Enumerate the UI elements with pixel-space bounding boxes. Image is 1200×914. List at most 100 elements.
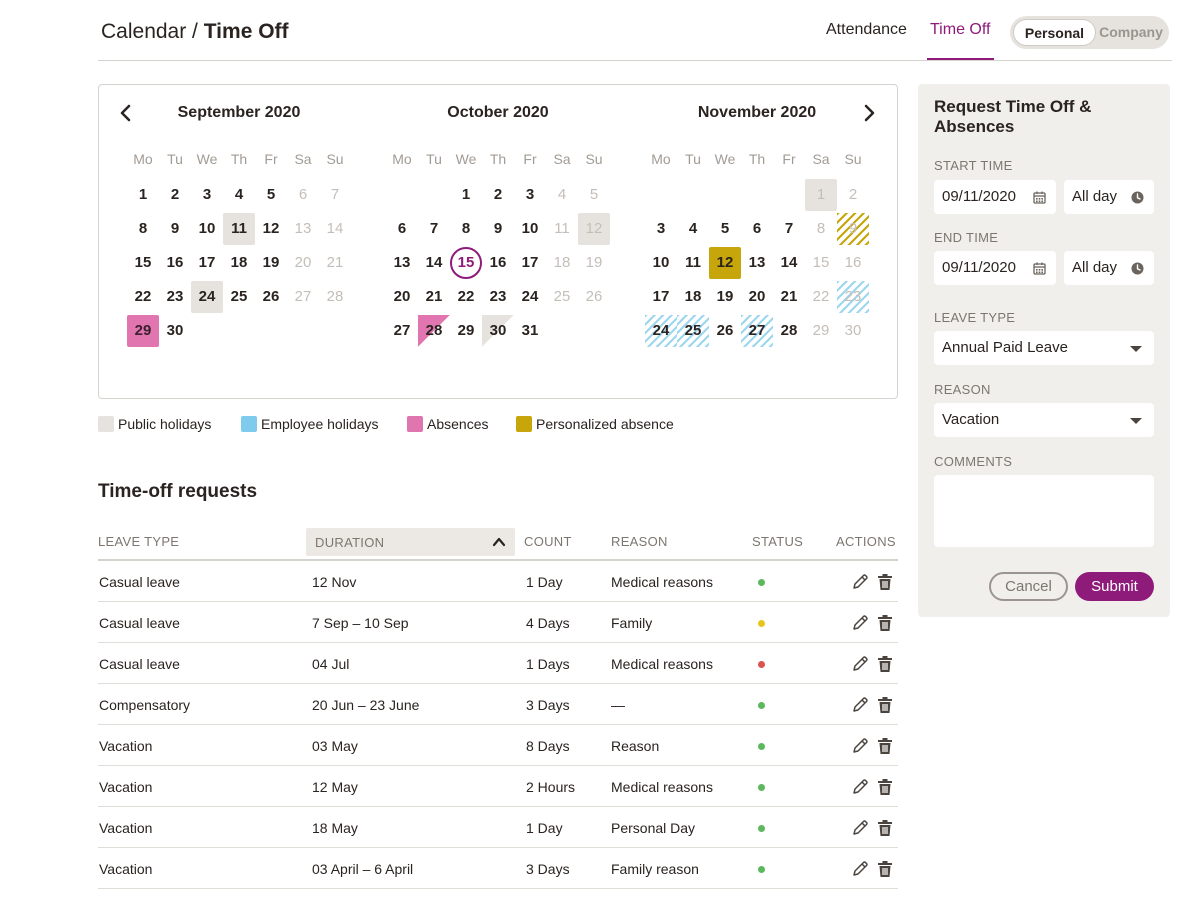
- calendar-day[interactable]: 12: [578, 213, 610, 245]
- pencil-icon[interactable]: [850, 818, 870, 838]
- calendar-day[interactable]: 11: [677, 247, 709, 279]
- calendar-day[interactable]: 28: [418, 315, 450, 347]
- calendar-day[interactable]: 12: [255, 213, 287, 245]
- calendar-day[interactable]: 10: [191, 213, 223, 245]
- calendar-day[interactable]: 23: [482, 281, 514, 313]
- calendar-day[interactable]: 20: [386, 281, 418, 313]
- calendar-day[interactable]: 7: [319, 179, 351, 211]
- calendar-day[interactable]: 2: [837, 179, 869, 211]
- reason-select[interactable]: Vacation: [934, 403, 1154, 437]
- calendar-day[interactable]: 8: [450, 213, 482, 245]
- calendar-day[interactable]: 5: [709, 213, 741, 245]
- calendar-day[interactable]: 16: [837, 247, 869, 279]
- end-date-field[interactable]: 09/11/2020: [934, 251, 1056, 285]
- calendar-day[interactable]: 19: [255, 247, 287, 279]
- calendar-day[interactable]: 15: [450, 247, 482, 279]
- calendar-day[interactable]: 8: [805, 213, 837, 245]
- trash-icon[interactable]: [875, 777, 895, 797]
- calendar-day[interactable]: 1: [127, 179, 159, 211]
- calendar-day[interactable]: 6: [741, 213, 773, 245]
- table-row[interactable]: Vacation 03 April – 6 April 3 Days Family r…: [98, 848, 898, 889]
- calendar-day[interactable]: 24: [645, 315, 677, 347]
- calendar-day[interactable]: 27: [287, 281, 319, 313]
- calendar-day[interactable]: 27: [741, 315, 773, 347]
- pencil-icon[interactable]: [850, 859, 870, 879]
- calendar-day[interactable]: 13: [386, 247, 418, 279]
- calendar-day[interactable]: 17: [191, 247, 223, 279]
- start-period-field[interactable]: All day: [1064, 180, 1154, 214]
- column-header-reason[interactable]: REASON: [611, 534, 668, 549]
- breadcrumb-parent[interactable]: Calendar /: [101, 20, 204, 43]
- table-row[interactable]: Casual leave 12 Nov 1 Day Medical reasons: [98, 561, 898, 602]
- start-date-field[interactable]: 09/11/2020: [934, 180, 1056, 214]
- column-header-count[interactable]: COUNT: [524, 534, 572, 549]
- comments-textarea[interactable]: [934, 475, 1154, 547]
- column-header-leave-type[interactable]: LEAVE TYPE: [98, 534, 179, 549]
- end-period-field[interactable]: All day: [1064, 251, 1154, 285]
- calendar-day[interactable]: 23: [837, 281, 869, 313]
- column-header-duration[interactable]: DURATION: [306, 528, 515, 556]
- calendar-day[interactable]: 10: [514, 213, 546, 245]
- pencil-icon[interactable]: [850, 695, 870, 715]
- table-row[interactable]: Casual leave 7 Sep – 10 Sep 4 Days Family: [98, 602, 898, 643]
- calendar-day[interactable]: 31: [514, 315, 546, 347]
- calendar-day[interactable]: 25: [677, 315, 709, 347]
- calendar-day[interactable]: 14: [773, 247, 805, 279]
- column-header-status[interactable]: STATUS: [752, 534, 803, 549]
- calendar-day[interactable]: 17: [514, 247, 546, 279]
- calendar-day[interactable]: 21: [773, 281, 805, 313]
- calendar-day[interactable]: 17: [645, 281, 677, 313]
- calendar-day[interactable]: 15: [805, 247, 837, 279]
- calendar-day[interactable]: 24: [191, 281, 223, 313]
- calendar-day[interactable]: 30: [159, 315, 191, 347]
- calendar-day[interactable]: 20: [287, 247, 319, 279]
- trash-icon[interactable]: [875, 613, 895, 633]
- calendar-day[interactable]: 8: [127, 213, 159, 245]
- calendar-day[interactable]: 28: [319, 281, 351, 313]
- calendar-day[interactable]: 23: [159, 281, 191, 313]
- calendar-day[interactable]: 13: [741, 247, 773, 279]
- calendar-day[interactable]: 9: [482, 213, 514, 245]
- calendar-day[interactable]: 30: [482, 315, 514, 347]
- calendar-day[interactable]: 26: [255, 281, 287, 313]
- chevron-right-icon[interactable]: [860, 104, 878, 122]
- trash-icon[interactable]: [875, 695, 895, 715]
- calendar-day[interactable]: 16: [482, 247, 514, 279]
- calendar-day[interactable]: 26: [578, 281, 610, 313]
- trash-icon[interactable]: [875, 654, 895, 674]
- calendar-day[interactable]: 1: [805, 179, 837, 211]
- calendar-day[interactable]: 29: [127, 315, 159, 347]
- pencil-icon[interactable]: [850, 777, 870, 797]
- calendar-day[interactable]: 9: [837, 213, 869, 245]
- calendar-day[interactable]: 2: [159, 179, 191, 211]
- calendar-day[interactable]: 2: [482, 179, 514, 211]
- trash-icon[interactable]: [875, 736, 895, 756]
- calendar-day[interactable]: 12: [709, 247, 741, 279]
- pencil-icon[interactable]: [850, 613, 870, 633]
- calendar-day[interactable]: 24: [514, 281, 546, 313]
- calendar-day[interactable]: 14: [319, 213, 351, 245]
- calendar-day[interactable]: 3: [191, 179, 223, 211]
- trash-icon[interactable]: [875, 859, 895, 879]
- calendar-day[interactable]: 21: [319, 247, 351, 279]
- calendar-day[interactable]: 4: [223, 179, 255, 211]
- calendar-day[interactable]: 18: [223, 247, 255, 279]
- pencil-icon[interactable]: [850, 736, 870, 756]
- calendar-day[interactable]: 18: [677, 281, 709, 313]
- calendar-day[interactable]: 6: [386, 213, 418, 245]
- nav-tab-time-off[interactable]: Time Off: [930, 21, 990, 39]
- calendar-day[interactable]: 5: [578, 179, 610, 211]
- table-row[interactable]: Vacation 12 May 2 Hours Medical reasons: [98, 766, 898, 807]
- calendar-day[interactable]: 13: [287, 213, 319, 245]
- calendar-day[interactable]: 7: [418, 213, 450, 245]
- calendar-day[interactable]: 26: [709, 315, 741, 347]
- calendar-day[interactable]: 11: [223, 213, 255, 245]
- calendar-day[interactable]: 27: [386, 315, 418, 347]
- calendar-day[interactable]: 6: [287, 179, 319, 211]
- calendar-day[interactable]: 3: [645, 213, 677, 245]
- chevron-left-icon[interactable]: [117, 104, 135, 122]
- calendar-day[interactable]: 25: [546, 281, 578, 313]
- leave-type-select[interactable]: Annual Paid Leave: [934, 331, 1154, 365]
- calendar-day[interactable]: 9: [159, 213, 191, 245]
- table-row[interactable]: Vacation 18 May 1 Day Personal Day: [98, 807, 898, 848]
